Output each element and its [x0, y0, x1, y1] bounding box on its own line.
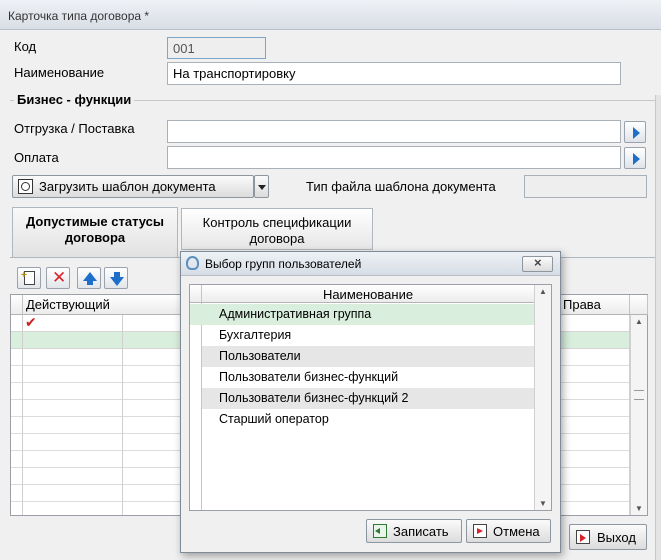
add-record-button[interactable]: + — [17, 267, 41, 289]
dialog-titlebar: Выбор групп пользователей — [181, 252, 560, 276]
dialog-grid-indicator-header — [190, 285, 202, 303]
row-indicator-column — [190, 303, 202, 510]
name-label: Наименование — [14, 65, 105, 80]
file-type-field — [524, 175, 647, 198]
tab-spec-control-line2: договора — [249, 231, 305, 246]
shipment-label: Отгрузка / Поставка — [14, 121, 135, 136]
shipment-field[interactable] — [167, 120, 621, 143]
dialog-grid-scrollbar[interactable]: ▲ ▼ — [534, 285, 551, 510]
code-label: Код — [14, 39, 37, 54]
payment-label: Оплата — [14, 150, 59, 165]
exit-button[interactable]: Выход — [569, 524, 647, 550]
list-item-label: Пользователи бизнес-функций — [219, 370, 399, 384]
shipment-select-button[interactable] — [624, 121, 646, 143]
dialog-close-button[interactable]: × — [522, 255, 553, 272]
play-arrow-icon — [633, 153, 640, 165]
grid-header-filler — [630, 295, 648, 315]
load-template-label: Загрузить шаблон документа — [39, 179, 216, 194]
col-header-active[interactable]: Действующий — [23, 295, 203, 315]
user-groups-dialog[interactable]: Выбор групп пользователей × Наименование… — [180, 251, 561, 553]
cancel-button[interactable]: Отмена — [466, 519, 551, 543]
list-item-label: Старший оператор — [219, 412, 329, 426]
dialog-grid[interactable]: Наименование Административная группа Бух… — [189, 284, 552, 511]
business-functions-title: Бизнес - функции — [14, 92, 135, 107]
cancel-label: Отмена — [493, 524, 540, 539]
move-down-button[interactable] — [104, 267, 128, 289]
list-item-label: Пользователи — [219, 349, 301, 363]
delete-record-button[interactable]: ✕ — [46, 267, 70, 289]
list-item[interactable]: Пользователи бизнес-функций — [202, 367, 534, 388]
exit-label: Выход — [597, 530, 636, 545]
list-item[interactable]: Старший оператор — [202, 409, 534, 430]
close-icon: × — [534, 255, 542, 270]
tab-allowed-statuses-line1: Допустимые статусы — [25, 214, 165, 229]
arrow-down-icon — [110, 277, 124, 286]
tab-spec-control[interactable]: Контроль спецификации договора — [181, 208, 373, 250]
window-title: Карточка типа договора * — [8, 9, 150, 23]
load-template-dropdown[interactable] — [254, 175, 269, 198]
window-right-border — [655, 95, 661, 560]
window-titlebar: Карточка типа договора * — [0, 0, 661, 30]
move-up-button[interactable] — [77, 267, 101, 289]
save-label: Записать — [393, 524, 449, 539]
col-header-name-label: Наименование — [322, 287, 414, 302]
tab-allowed-statuses-line2: договора — [64, 230, 126, 245]
check-icon: ✔ — [25, 314, 37, 330]
status-grid-scrollbar[interactable]: ▲ ▼ — [630, 315, 647, 515]
play-arrow-icon — [633, 127, 640, 139]
grid-row-indicator-header — [11, 295, 23, 315]
list-item-label: Пользователи бизнес-функций 2 — [219, 391, 409, 405]
file-type-label: Тип файла шаблона документа — [306, 179, 496, 194]
code-field: 001 — [167, 37, 266, 59]
scroll-down-icon[interactable]: ▼ — [535, 499, 551, 508]
col-header-name[interactable]: Наименование — [202, 285, 534, 303]
tab-spec-control-line1: Контроль спецификации — [202, 215, 352, 230]
cancel-icon — [473, 524, 487, 538]
scroll-up-icon[interactable]: ▲ — [535, 287, 551, 296]
list-item[interactable]: Пользователи — [202, 346, 534, 367]
template-load-icon — [18, 179, 33, 194]
scroll-thumb[interactable] — [634, 390, 644, 400]
list-item[interactable]: Бухгалтерия — [202, 325, 546, 346]
payment-field[interactable] — [167, 146, 621, 169]
app-icon — [186, 256, 199, 270]
list-item-label: Административная группа — [219, 307, 372, 321]
dialog-title: Выбор групп пользователей — [205, 257, 362, 271]
list-item[interactable]: Административная группа — [190, 304, 534, 325]
list-item-label: Бухгалтерия — [219, 328, 292, 342]
name-field[interactable]: На транспортировку — [167, 62, 621, 85]
save-icon — [373, 524, 387, 538]
chevron-down-icon — [258, 185, 266, 190]
exit-icon — [576, 530, 590, 544]
save-button[interactable]: Записать — [366, 519, 462, 543]
scroll-down-icon[interactable]: ▼ — [631, 504, 647, 513]
load-template-button[interactable]: Загрузить шаблон документа — [12, 175, 254, 198]
payment-select-button[interactable] — [624, 147, 646, 169]
delete-icon: ✕ — [52, 268, 67, 287]
tab-allowed-statuses[interactable]: Допустимые статусы договора — [12, 207, 178, 258]
list-item[interactable]: Пользователи бизнес-функций 2 — [202, 388, 534, 409]
col-header-rights[interactable]: Права — [560, 295, 630, 315]
scroll-up-icon[interactable]: ▲ — [631, 317, 647, 326]
